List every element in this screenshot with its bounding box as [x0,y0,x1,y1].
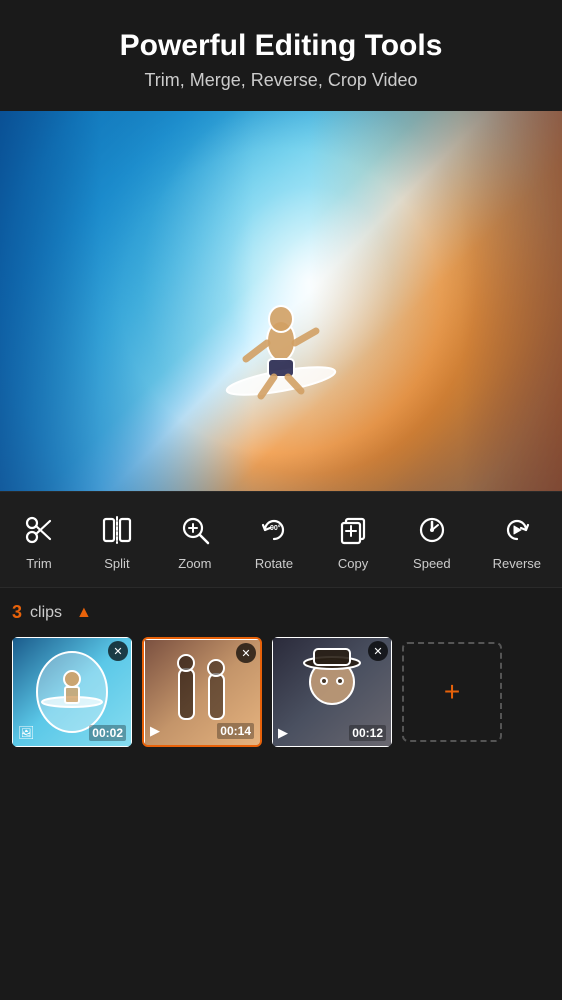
toolbar-items: Trim Split Zoom [0,508,562,575]
water-right [309,111,562,491]
reverse-label: Reverse [493,556,541,571]
svg-text:90°: 90° [270,524,281,532]
clip-duration: 00:02 [89,725,126,741]
reverse-button[interactable]: Reverse [485,508,549,575]
speed-label: Speed [413,556,451,571]
speed-icon [414,512,450,548]
zoom-label: Zoom [178,556,211,571]
clips-row: ✕ 🖼 00:02 [12,637,550,747]
clips-expand-icon[interactable]: ▲ [76,604,92,622]
clip-item[interactable]: ✕ ▶ 00:12 [272,637,392,747]
clips-count: 3 [12,602,22,623]
trim-button[interactable]: Trim [13,508,65,575]
clips-header: 3 clips ▲ [12,602,550,623]
clip-type-video-icon: ▶ [150,723,160,739]
page-title: Powerful Editing Tools [20,28,542,64]
reverse-icon [499,512,535,548]
clip-item[interactable]: ✕ ▶ 00:14 [142,637,262,747]
copy-button[interactable]: Copy [327,508,379,575]
scissors-icon [21,512,57,548]
header-section: Powerful Editing Tools Trim, Merge, Reve… [0,0,562,111]
clip-type-image-icon: 🖼 [18,725,35,741]
toolbar: Trim Split Zoom [0,491,562,588]
clip-close-button[interactable]: ✕ [236,643,256,663]
copy-label: Copy [338,556,368,571]
clip-duration: 00:14 [217,723,254,739]
clips-label: clips [30,604,62,622]
speed-button[interactable]: Speed [405,508,459,575]
clips-section: 3 clips ▲ [0,588,562,759]
clip-close-button[interactable]: ✕ [108,641,128,661]
clip-type-video-icon: ▶ [278,725,288,741]
rotate-label: Rotate [255,556,293,571]
zoom-icon [177,512,213,548]
trim-label: Trim [26,556,52,571]
page-subtitle: Trim, Merge, Reverse, Crop Video [20,70,542,91]
video-preview[interactable] [0,111,562,491]
split-button[interactable]: Split [91,508,143,575]
clip-item[interactable]: ✕ 🖼 00:02 [12,637,132,747]
split-label: Split [104,556,129,571]
clip-close-button[interactable]: ✕ [368,641,388,661]
split-icon [99,512,135,548]
water-left [0,111,253,491]
copy-icon [335,512,371,548]
zoom-button[interactable]: Zoom [169,508,221,575]
add-clip-button[interactable]: + [402,642,502,742]
plus-icon: + [444,678,460,706]
surfer-figure [216,211,346,411]
rotate-icon: 90° [256,512,292,548]
rotate-button[interactable]: 90° Rotate [247,508,301,575]
clip-duration: 00:12 [349,725,386,741]
